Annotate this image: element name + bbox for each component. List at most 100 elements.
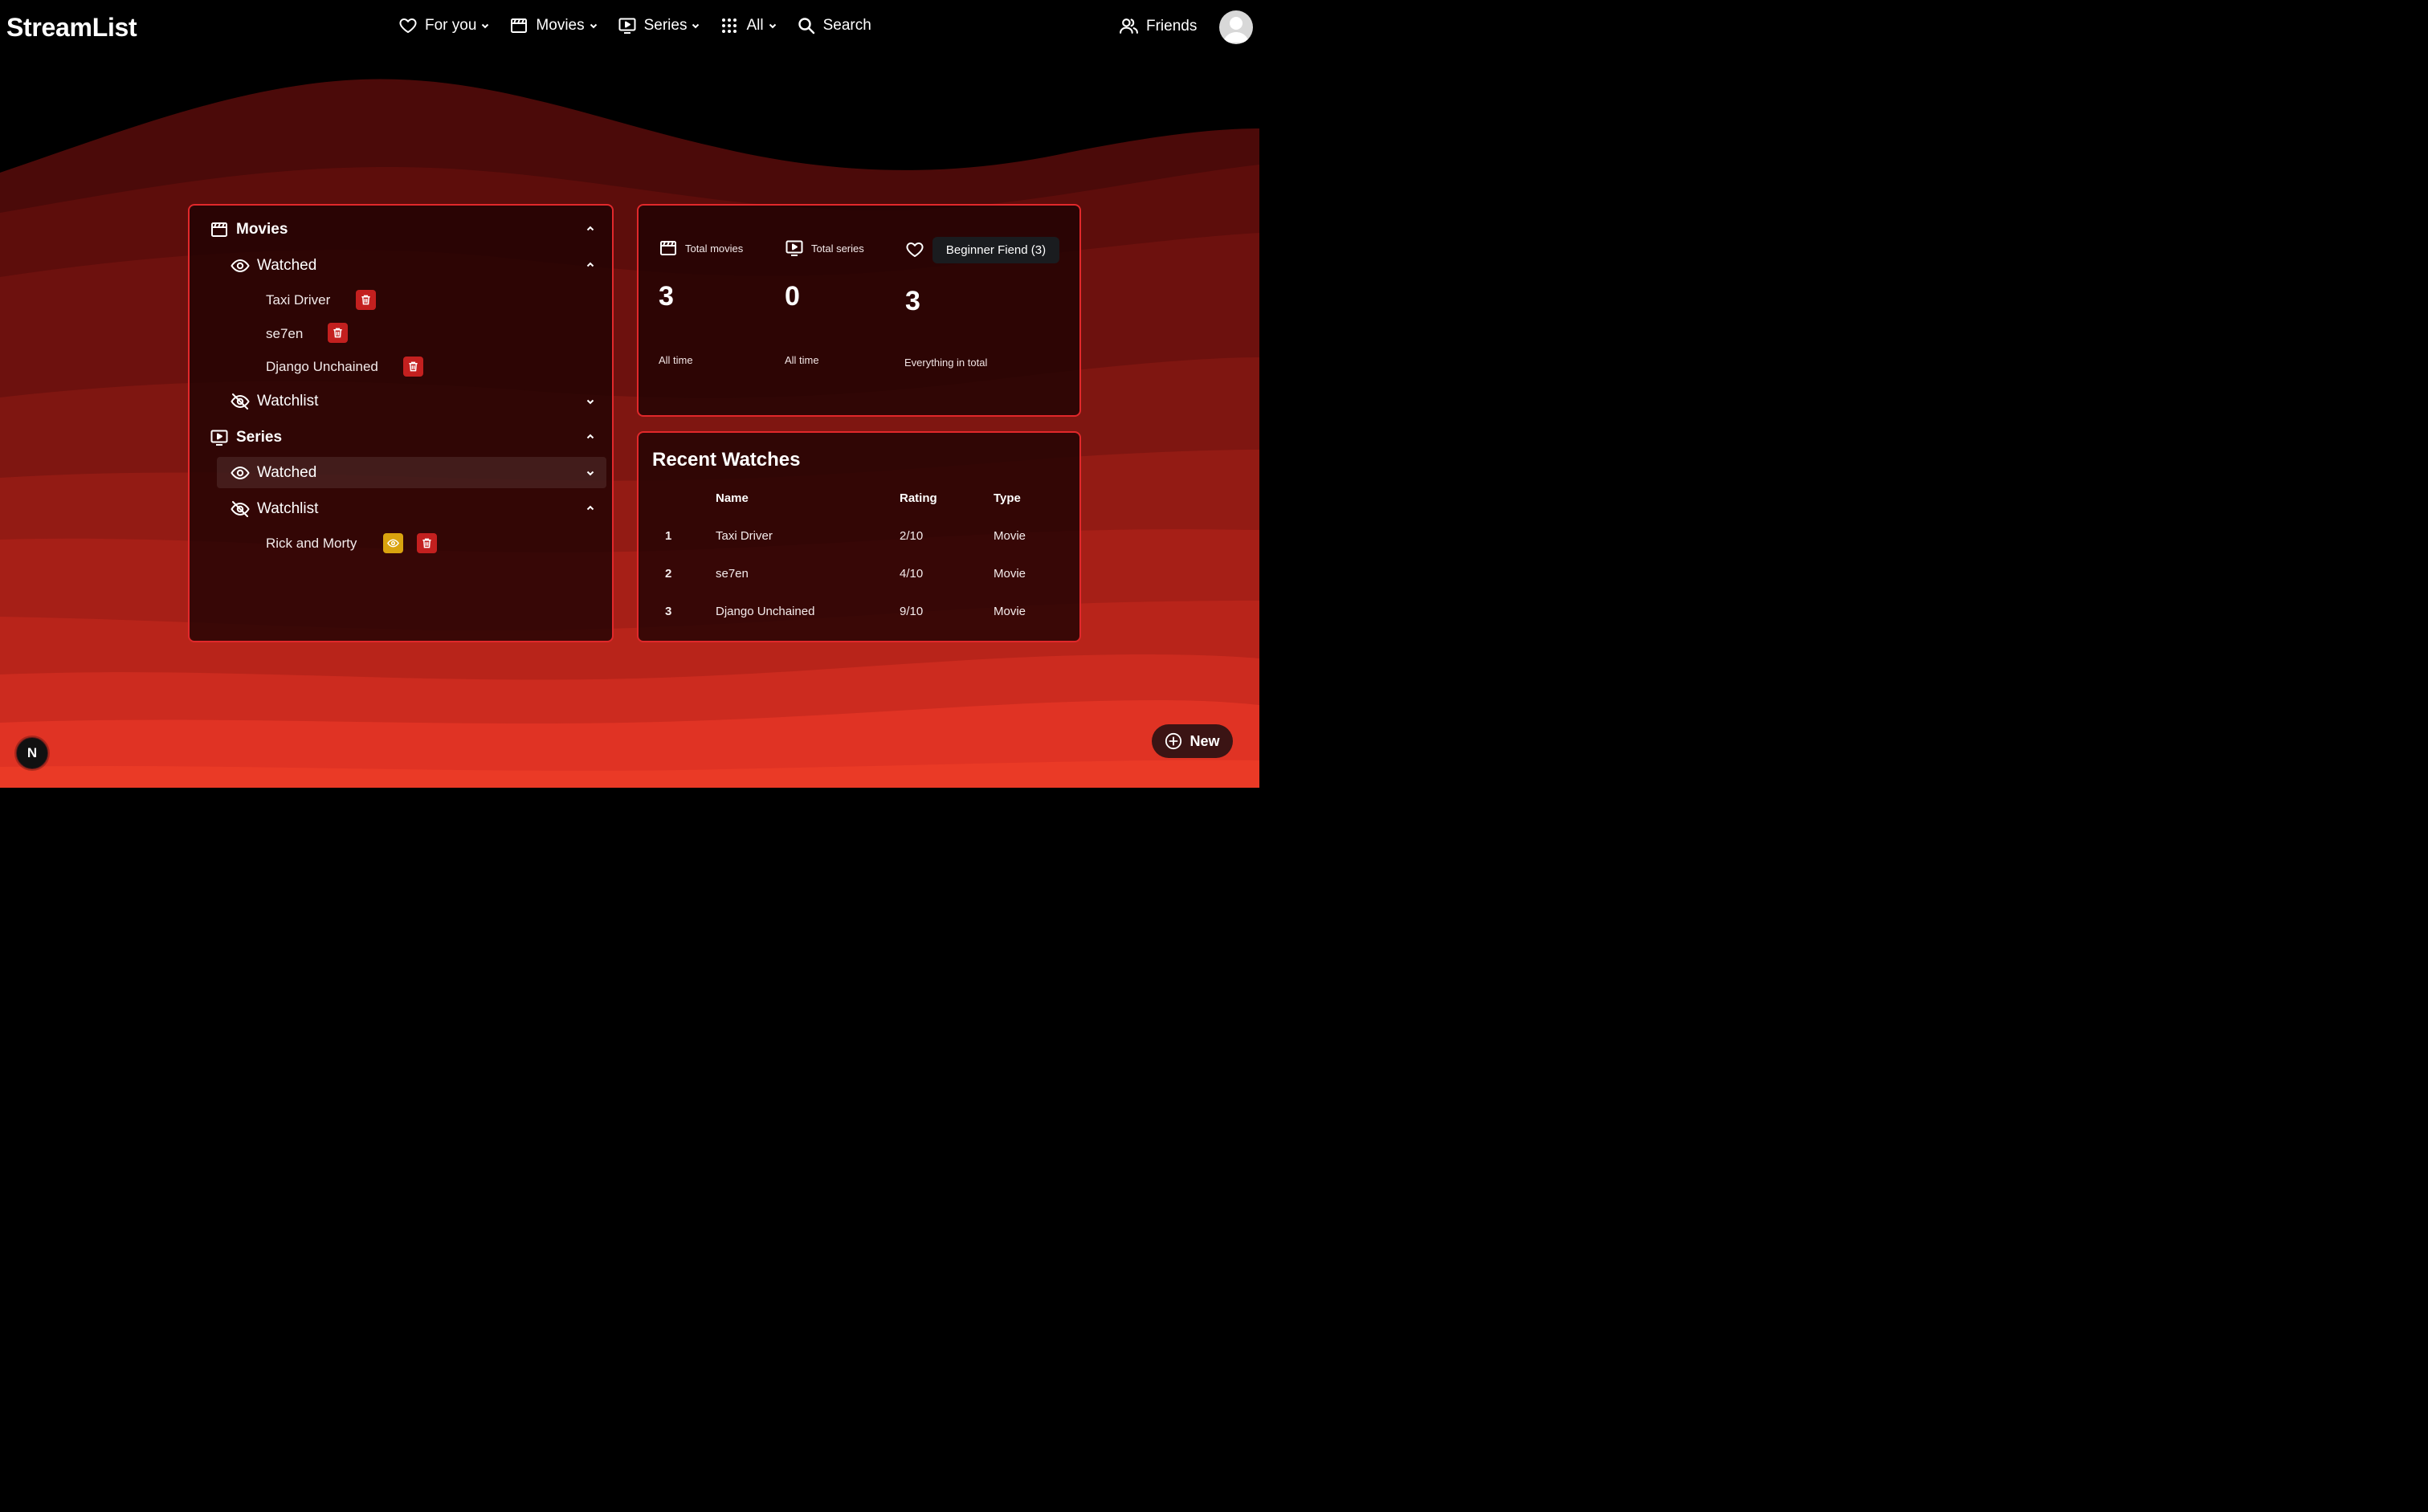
total-series-value: 0: [785, 281, 800, 312]
row-type: Movie: [994, 567, 1026, 581]
list-item[interactable]: se7en: [266, 326, 303, 342]
nav-all[interactable]: All: [720, 16, 777, 35]
eye-off-icon: [231, 501, 250, 517]
row-name: se7en: [716, 567, 749, 581]
recent-watches-panel: Recent Watches Name Rating Type 1 Taxi D…: [637, 431, 1081, 642]
series-watchlist-label: Watchlist: [257, 500, 319, 517]
total-series-label: Total series: [785, 238, 864, 258]
avatar[interactable]: [1219, 10, 1253, 44]
eye-icon: [231, 466, 250, 480]
new-button[interactable]: New: [1152, 724, 1233, 758]
nav-movies[interactable]: Movies: [509, 16, 598, 35]
rank-badge: Beginner Fiend (3): [932, 237, 1059, 263]
total-everything-sub: Everything in total: [904, 357, 988, 369]
chevron-down-icon[interactable]: [586, 468, 595, 478]
chevron-down-icon[interactable]: [586, 397, 595, 406]
search-icon: [798, 18, 814, 35]
chevron-up-icon[interactable]: [586, 260, 595, 270]
nav-for-you[interactable]: For you: [398, 16, 490, 35]
trash-icon: [361, 295, 370, 305]
row-number: 2: [665, 567, 672, 581]
trash-icon: [422, 538, 431, 548]
grid-dots-icon: [722, 18, 737, 33]
chevron-down-icon: [590, 23, 597, 29]
movies-watched-header[interactable]: Watched: [231, 256, 316, 275]
column-header-name: Name: [716, 491, 749, 505]
delete-button[interactable]: [417, 533, 437, 553]
library-panel: Movies Watched Taxi Driver se7en Django …: [188, 204, 614, 642]
list-item-title: Rick and Morty: [266, 536, 357, 551]
row-number: 1: [665, 529, 672, 543]
chevron-up-icon[interactable]: [586, 224, 595, 234]
heart-icon: [906, 242, 924, 257]
stats-panel: Total movies 3 All time Total series 0 A…: [637, 204, 1081, 417]
row-name: Taxi Driver: [716, 529, 773, 543]
delete-button[interactable]: [403, 357, 423, 377]
series-section-title: Series: [236, 429, 283, 446]
tv-play-icon: [618, 18, 636, 34]
trash-icon: [409, 361, 418, 372]
total-movies-sub: All time: [659, 354, 693, 366]
main-nav: For you Movies Series All Search: [398, 16, 891, 35]
nav-for-you-label: For you: [425, 17, 477, 34]
eye-off-icon: [231, 393, 250, 410]
recent-watches-title: Recent Watches: [652, 449, 801, 471]
row-rating: 9/10: [900, 605, 924, 618]
nav-search[interactable]: Search: [797, 16, 871, 35]
plus-circle-icon: [1165, 732, 1182, 750]
nav-all-label: All: [746, 17, 764, 34]
list-item-title: Django Unchained: [266, 359, 378, 374]
total-movies-label: Total movies: [659, 238, 743, 258]
delete-button[interactable]: [356, 290, 376, 310]
tv-play-icon: [210, 430, 228, 446]
list-item-title: Taxi Driver: [266, 292, 331, 308]
eye-icon: [231, 259, 250, 273]
movies-watchlist-label: Watchlist: [257, 393, 319, 410]
chevron-down-icon: [482, 23, 489, 29]
row-rating: 2/10: [900, 529, 924, 543]
row-number: 3: [665, 605, 672, 618]
dev-tools-button[interactable]: N: [16, 737, 48, 769]
nav-search-label: Search: [822, 17, 871, 34]
total-series-sub: All time: [785, 354, 819, 366]
mark-watched-button[interactable]: [383, 533, 403, 553]
series-section-header[interactable]: Series: [210, 428, 282, 447]
clapperboard-icon: [211, 222, 227, 237]
total-movies-label-text: Total movies: [685, 242, 744, 255]
trash-icon: [333, 328, 342, 338]
list-item[interactable]: Taxi Driver: [266, 292, 330, 308]
row-type: Movie: [994, 605, 1026, 618]
app-logo[interactable]: StreamList: [6, 13, 137, 43]
movies-section-title: Movies: [236, 221, 288, 238]
chevron-down-icon: [769, 23, 776, 29]
nav-movies-label: Movies: [536, 17, 585, 34]
total-series-label-text: Total series: [811, 242, 864, 255]
chevron-down-icon: [692, 23, 700, 29]
new-button-label: New: [1190, 732, 1220, 749]
nav-series[interactable]: Series: [618, 16, 701, 35]
row-type: Movie: [994, 529, 1026, 543]
delete-button[interactable]: [328, 323, 348, 343]
series-watched-label: Watched: [257, 464, 317, 481]
series-watchlist-header[interactable]: Watchlist: [231, 499, 318, 519]
movies-watchlist-header[interactable]: Watchlist: [231, 392, 318, 411]
column-header-rating: Rating: [900, 491, 937, 505]
top-navigation-bar: StreamList For you Movies Series All Sea…: [0, 0, 1259, 55]
heart-icon: [399, 18, 417, 33]
nav-series-label: Series: [643, 17, 688, 34]
list-item[interactable]: Django Unchained: [266, 359, 378, 375]
movies-section-header[interactable]: Movies: [210, 220, 288, 239]
users-icon: [1120, 18, 1138, 34]
list-item[interactable]: Rick and Morty: [266, 536, 357, 552]
series-watched-header[interactable]: Watched: [231, 463, 316, 483]
chevron-up-icon[interactable]: [586, 432, 595, 442]
chevron-up-icon[interactable]: [586, 503, 595, 513]
user-silhouette-icon: [1223, 17, 1249, 43]
row-rating: 4/10: [900, 567, 924, 581]
list-item-title: se7en: [266, 326, 304, 341]
movies-watched-label: Watched: [257, 257, 317, 274]
clapperboard-icon: [660, 241, 676, 255]
friends-button[interactable]: Friends: [1119, 16, 1197, 36]
column-header-type: Type: [994, 491, 1021, 505]
clapperboard-icon: [511, 18, 528, 33]
